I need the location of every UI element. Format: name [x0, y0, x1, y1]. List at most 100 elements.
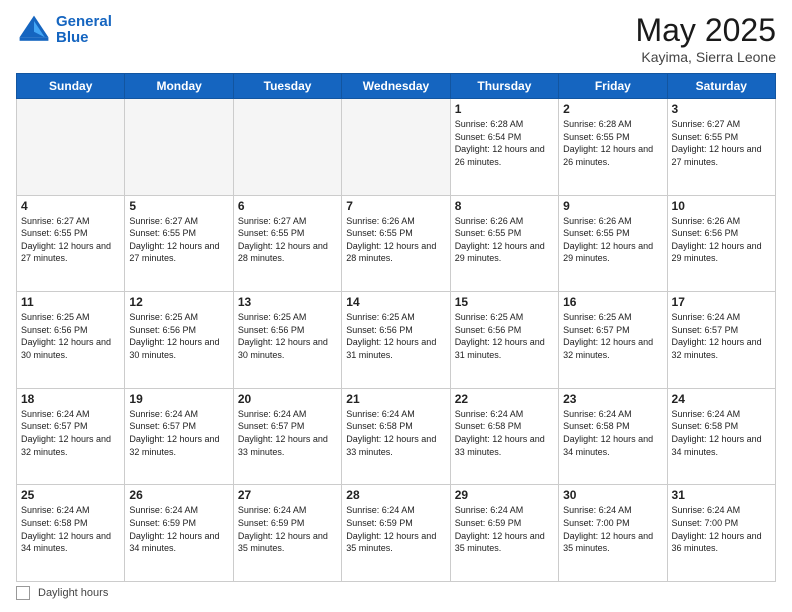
- day-info: Sunrise: 6:28 AM Sunset: 6:54 PM Dayligh…: [455, 118, 554, 168]
- day-info: Sunrise: 6:24 AM Sunset: 6:59 PM Dayligh…: [129, 504, 228, 554]
- day-number: 12: [129, 295, 228, 309]
- day-info: Sunrise: 6:25 AM Sunset: 6:57 PM Dayligh…: [563, 311, 662, 361]
- day-number: 30: [563, 488, 662, 502]
- day-number: 17: [672, 295, 771, 309]
- day-info: Sunrise: 6:26 AM Sunset: 6:55 PM Dayligh…: [563, 215, 662, 265]
- month-title: May 2025: [635, 12, 776, 49]
- day-info: Sunrise: 6:24 AM Sunset: 6:58 PM Dayligh…: [346, 408, 445, 458]
- day-cell: 4 Sunrise: 6:27 AM Sunset: 6:55 PM Daylig…: [17, 195, 125, 292]
- weekday-wednesday: Wednesday: [342, 74, 450, 99]
- day-cell: 24Sunrise: 6:24 AM Sunset: 6:58 PM Dayli…: [667, 388, 775, 485]
- day-number: 15: [455, 295, 554, 309]
- day-number: 14: [346, 295, 445, 309]
- day-number: 19: [129, 392, 228, 406]
- day-cell: 1 Sunrise: 6:28 AM Sunset: 6:54 PM Daylig…: [450, 99, 558, 196]
- day-cell: [125, 99, 233, 196]
- day-info: Sunrise: 6:24 AM Sunset: 6:58 PM Dayligh…: [21, 504, 120, 554]
- day-number: 3: [672, 102, 771, 116]
- day-cell: 23 Sunrise: 6:24 AM Sunset: 6:58 PM Dayli…: [559, 388, 667, 485]
- day-info: Sunrise: 6:25 AM Sunset: 6:56 PM Dayligh…: [21, 311, 120, 361]
- day-number: 25: [21, 488, 120, 502]
- weekday-monday: Monday: [125, 74, 233, 99]
- week-row-1: 1 Sunrise: 6:28 AM Sunset: 6:54 PM Daylig…: [17, 99, 776, 196]
- day-cell: 8Sunrise: 6:26 AM Sunset: 6:55 PM Daylig…: [450, 195, 558, 292]
- day-cell: 27Sunrise: 6:24 AM Sunset: 6:59 PM Dayli…: [233, 485, 341, 582]
- day-cell: [17, 99, 125, 196]
- logo: General Blue: [16, 12, 112, 48]
- footer: Daylight hours: [16, 586, 776, 600]
- day-cell: 16 Sunrise: 6:25 AM Sunset: 6:57 PM Dayli…: [559, 292, 667, 389]
- day-number: 27: [238, 488, 337, 502]
- day-number: 6: [238, 199, 337, 213]
- day-info: Sunrise: 6:24 AM Sunset: 6:57 PM Dayligh…: [21, 408, 120, 458]
- day-number: 5: [129, 199, 228, 213]
- title-block: May 2025 Kayima, Sierra Leone: [635, 12, 776, 65]
- day-info: Sunrise: 6:24 AM Sunset: 6:58 PM Dayligh…: [563, 408, 662, 458]
- day-cell: 28Sunrise: 6:24 AM Sunset: 6:59 PM Dayli…: [342, 485, 450, 582]
- day-number: 2: [563, 102, 662, 116]
- day-info: Sunrise: 6:25 AM Sunset: 6:56 PM Dayligh…: [129, 311, 228, 361]
- day-cell: 14 Sunrise: 6:25 AM Sunset: 6:56 PM Dayli…: [342, 292, 450, 389]
- day-cell: 20Sunrise: 6:24 AM Sunset: 6:57 PM Dayli…: [233, 388, 341, 485]
- week-row-2: 4 Sunrise: 6:27 AM Sunset: 6:55 PM Daylig…: [17, 195, 776, 292]
- day-info: Sunrise: 6:27 AM Sunset: 6:55 PM Dayligh…: [672, 118, 771, 168]
- logo-text: General Blue: [56, 14, 112, 47]
- day-number: 16: [563, 295, 662, 309]
- footer-label: Daylight hours: [38, 587, 108, 599]
- day-cell: 13Sunrise: 6:25 AM Sunset: 6:56 PM Dayli…: [233, 292, 341, 389]
- day-cell: 31 Sunrise: 6:24 AM Sunset: 7:00 PM Dayli…: [667, 485, 775, 582]
- day-cell: [233, 99, 341, 196]
- page: General Blue May 2025 Kayima, Sierra Leo…: [0, 0, 792, 612]
- day-number: 18: [21, 392, 120, 406]
- day-info: Sunrise: 6:24 AM Sunset: 6:59 PM Dayligh…: [455, 504, 554, 554]
- day-cell: [342, 99, 450, 196]
- day-number: 23: [563, 392, 662, 406]
- day-number: 31: [672, 488, 771, 502]
- day-cell: 19Sunrise: 6:24 AM Sunset: 6:57 PM Dayli…: [125, 388, 233, 485]
- calendar: SundayMondayTuesdayWednesdayThursdayFrid…: [16, 73, 776, 582]
- location: Kayima, Sierra Leone: [635, 49, 776, 65]
- day-number: 26: [129, 488, 228, 502]
- day-info: Sunrise: 6:24 AM Sunset: 7:00 PM Dayligh…: [672, 504, 771, 554]
- week-row-5: 25 Sunrise: 6:24 AM Sunset: 6:58 PM Dayli…: [17, 485, 776, 582]
- day-cell: 17Sunrise: 6:24 AM Sunset: 6:57 PM Dayli…: [667, 292, 775, 389]
- weekday-thursday: Thursday: [450, 74, 558, 99]
- day-cell: 7 Sunrise: 6:26 AM Sunset: 6:55 PM Daylig…: [342, 195, 450, 292]
- weekday-header-row: SundayMondayTuesdayWednesdayThursdayFrid…: [17, 74, 776, 99]
- header: General Blue May 2025 Kayima, Sierra Leo…: [16, 12, 776, 65]
- footer-box: [16, 586, 30, 600]
- day-cell: 9 Sunrise: 6:26 AM Sunset: 6:55 PM Daylig…: [559, 195, 667, 292]
- day-cell: 6Sunrise: 6:27 AM Sunset: 6:55 PM Daylig…: [233, 195, 341, 292]
- day-number: 10: [672, 199, 771, 213]
- day-info: Sunrise: 6:24 AM Sunset: 6:57 PM Dayligh…: [238, 408, 337, 458]
- weekday-tuesday: Tuesday: [233, 74, 341, 99]
- day-cell: 21Sunrise: 6:24 AM Sunset: 6:58 PM Dayli…: [342, 388, 450, 485]
- day-cell: 11Sunrise: 6:25 AM Sunset: 6:56 PM Dayli…: [17, 292, 125, 389]
- day-cell: 10Sunrise: 6:26 AM Sunset: 6:56 PM Dayli…: [667, 195, 775, 292]
- weekday-friday: Friday: [559, 74, 667, 99]
- day-number: 1: [455, 102, 554, 116]
- day-number: 8: [455, 199, 554, 213]
- day-info: Sunrise: 6:24 AM Sunset: 7:00 PM Dayligh…: [563, 504, 662, 554]
- day-info: Sunrise: 6:26 AM Sunset: 6:55 PM Dayligh…: [346, 215, 445, 265]
- day-info: Sunrise: 6:27 AM Sunset: 6:55 PM Dayligh…: [21, 215, 120, 265]
- day-info: Sunrise: 6:24 AM Sunset: 6:58 PM Dayligh…: [672, 408, 771, 458]
- logo-line1: General: [56, 13, 112, 30]
- day-cell: 30 Sunrise: 6:24 AM Sunset: 7:00 PM Dayli…: [559, 485, 667, 582]
- day-number: 4: [21, 199, 120, 213]
- day-cell: 26 Sunrise: 6:24 AM Sunset: 6:59 PM Dayli…: [125, 485, 233, 582]
- day-info: Sunrise: 6:28 AM Sunset: 6:55 PM Dayligh…: [563, 118, 662, 168]
- weekday-sunday: Sunday: [17, 74, 125, 99]
- weekday-saturday: Saturday: [667, 74, 775, 99]
- logo-icon: [16, 12, 52, 48]
- day-cell: 2 Sunrise: 6:28 AM Sunset: 6:55 PM Daylig…: [559, 99, 667, 196]
- day-number: 13: [238, 295, 337, 309]
- day-info: Sunrise: 6:24 AM Sunset: 6:58 PM Dayligh…: [455, 408, 554, 458]
- day-number: 7: [346, 199, 445, 213]
- day-cell: 15Sunrise: 6:25 AM Sunset: 6:56 PM Dayli…: [450, 292, 558, 389]
- day-number: 29: [455, 488, 554, 502]
- week-row-3: 11Sunrise: 6:25 AM Sunset: 6:56 PM Dayli…: [17, 292, 776, 389]
- day-info: Sunrise: 6:25 AM Sunset: 6:56 PM Dayligh…: [346, 311, 445, 361]
- day-info: Sunrise: 6:27 AM Sunset: 6:55 PM Dayligh…: [129, 215, 228, 265]
- day-number: 9: [563, 199, 662, 213]
